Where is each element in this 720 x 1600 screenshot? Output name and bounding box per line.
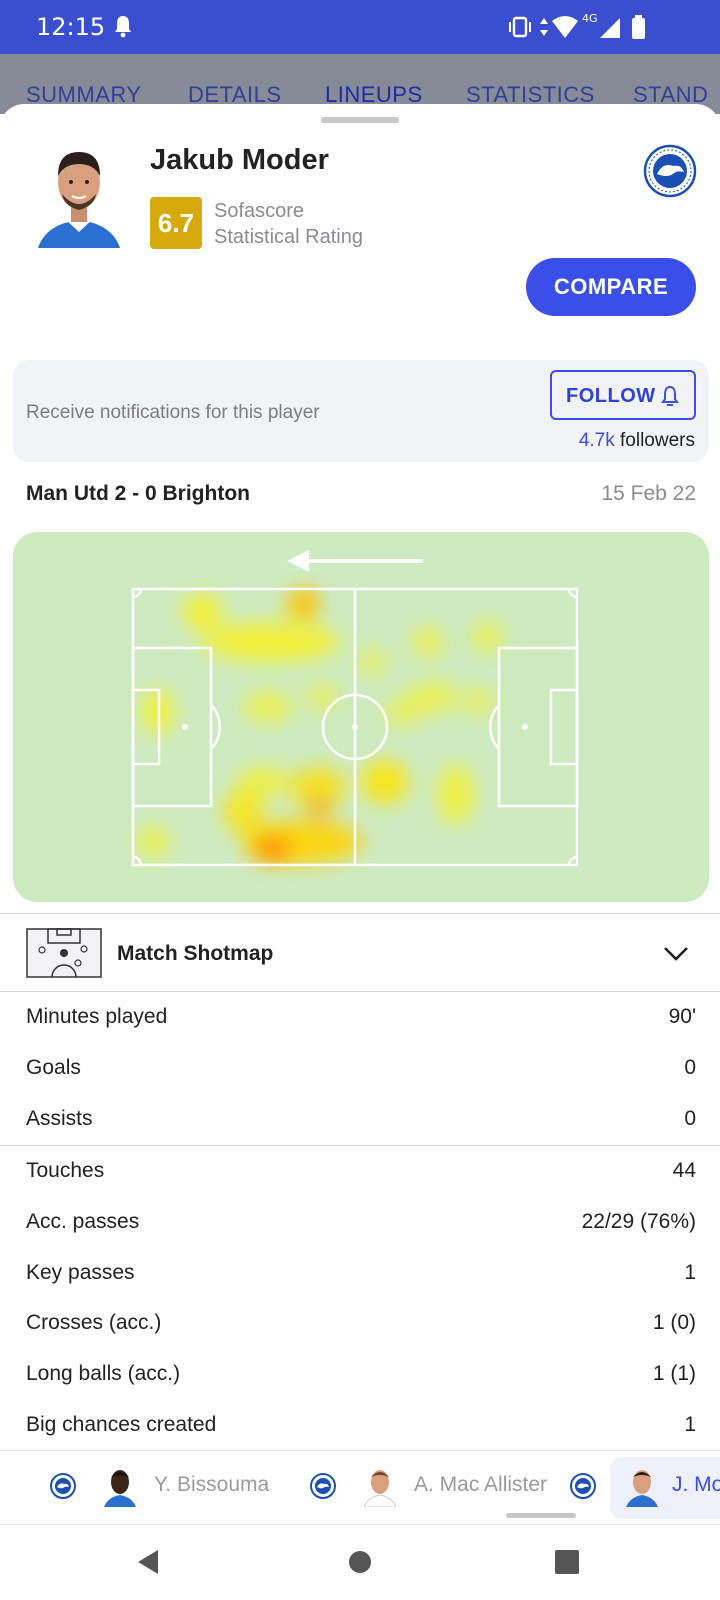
heatmap-pitch: [131, 550, 579, 867]
stat-value: 1: [684, 1413, 696, 1436]
follow-panel: Receive notifications for this player FO…: [13, 360, 709, 462]
shotmap-icon: [26, 928, 102, 978]
player-avatar[interactable]: [102, 1465, 138, 1507]
stat-row: Big chances created 1: [0, 1405, 720, 1445]
followers-count: 4.7k followers: [579, 430, 695, 452]
followers-label: followers: [620, 430, 695, 451]
player-name: Jakub Moder: [150, 144, 329, 176]
stat-label: Touches: [26, 1159, 105, 1182]
stat-row: Key passes 1: [0, 1253, 720, 1293]
strip-player-name-active[interactable]: J. Moder: [672, 1473, 720, 1497]
stat-label: Big chances created: [26, 1413, 217, 1436]
stat-row: Goals 0: [0, 1048, 720, 1088]
stat-row: Long balls (acc.) 1 (1): [0, 1354, 720, 1394]
divider: [0, 1145, 720, 1146]
stat-label: Key passes: [26, 1261, 135, 1284]
bell-icon: [661, 385, 679, 406]
stat-row: Assists 0: [0, 1099, 720, 1139]
stat-label: Goals: [26, 1056, 81, 1079]
attack-direction-arrow: [287, 550, 423, 572]
rating-label-line-2: Statistical Rating: [214, 226, 363, 248]
drag-handle[interactable]: [321, 117, 399, 123]
strip-player-name[interactable]: Y. Bissouma: [154, 1473, 269, 1497]
stat-value: 1 (0): [652, 1311, 696, 1334]
status-icons: 4G: [509, 12, 645, 39]
wifi-icon: [552, 16, 578, 38]
notification-bell-icon: [115, 16, 131, 38]
stat-label: Acc. passes: [26, 1210, 140, 1233]
stat-row: Crosses (acc.) 1 (0): [0, 1303, 720, 1343]
player-bottom-sheet: Jakub Moder 6.7 Sofascore Statistical Ra…: [0, 104, 720, 1534]
vibrate-icon: [509, 16, 531, 38]
rating-label: Sofascore Statistical Rating: [214, 198, 434, 250]
stat-label: Long balls (acc.): [26, 1362, 181, 1385]
stat-row: Minutes played 90': [0, 997, 720, 1037]
battery-icon: [632, 15, 645, 39]
data-arrows-icon: [540, 18, 548, 36]
heatmap: [13, 532, 709, 902]
stat-value: 44: [672, 1159, 696, 1182]
recents-icon[interactable]: [552, 1547, 582, 1577]
stat-value: 22/29 (76%): [581, 1210, 696, 1233]
stat-row: Touches 44: [0, 1151, 720, 1191]
player-avatar[interactable]: [624, 1465, 660, 1507]
match-title[interactable]: Man Utd 2 - 0 Brighton: [26, 482, 250, 506]
followers-number: 4.7k: [578, 430, 615, 451]
compare-button[interactable]: COMPARE: [526, 258, 696, 316]
follow-button[interactable]: FOLLOW: [550, 370, 696, 420]
brighton-logo: [570, 1473, 596, 1499]
stat-value: 1 (1): [652, 1362, 696, 1385]
player-avatar[interactable]: [362, 1465, 398, 1507]
android-nav-bar: [0, 1524, 720, 1600]
signal-icon: [600, 18, 620, 38]
divider: [0, 913, 720, 914]
status-time: 12:15: [36, 13, 106, 41]
chevron-down-icon[interactable]: [662, 944, 690, 962]
status-bar: 12:15 4G: [0, 0, 720, 54]
strip-scrollbar: [506, 1513, 576, 1518]
stat-row: Acc. passes 22/29 (76%): [0, 1202, 720, 1242]
strip-player-name[interactable]: A. Mac Allister: [414, 1473, 547, 1497]
stat-value: 1: [684, 1261, 696, 1284]
stat-value: 0: [684, 1107, 696, 1130]
stat-value: 90': [668, 1005, 696, 1028]
rating-badge: 6.7: [150, 197, 202, 249]
stat-label: Crosses (acc.): [26, 1311, 162, 1334]
network-type: 4G: [582, 12, 598, 25]
brighton-logo: [50, 1473, 76, 1499]
match-date: 15 Feb 22: [601, 482, 696, 505]
home-icon[interactable]: [345, 1547, 375, 1577]
player-avatar: [38, 152, 120, 248]
brighton-logo[interactable]: [643, 144, 697, 198]
shotmap-label: Match Shotmap: [117, 942, 274, 965]
shotmap-row[interactable]: Match Shotmap: [0, 916, 720, 992]
stat-value: 0: [684, 1056, 696, 1079]
rating-label-line-1: Sofascore: [214, 200, 305, 222]
divider: [0, 991, 720, 992]
follow-label: FOLLOW: [566, 385, 656, 407]
notify-text: Receive notifications for this player: [26, 402, 320, 423]
player-switcher: Y. Bissouma A. Mac Allister J. Moder: [0, 1450, 720, 1522]
back-icon[interactable]: [134, 1547, 164, 1577]
stat-label: Assists: [26, 1107, 93, 1130]
brighton-logo: [310, 1473, 336, 1499]
stat-label: Minutes played: [26, 1005, 168, 1028]
